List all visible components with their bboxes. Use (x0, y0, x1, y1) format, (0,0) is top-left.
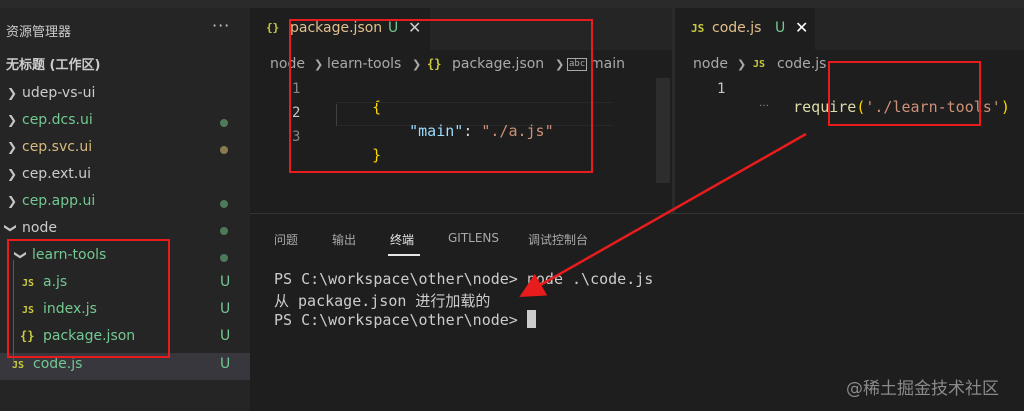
arrow-line (519, 132, 807, 297)
annotation-arrow (519, 132, 807, 297)
